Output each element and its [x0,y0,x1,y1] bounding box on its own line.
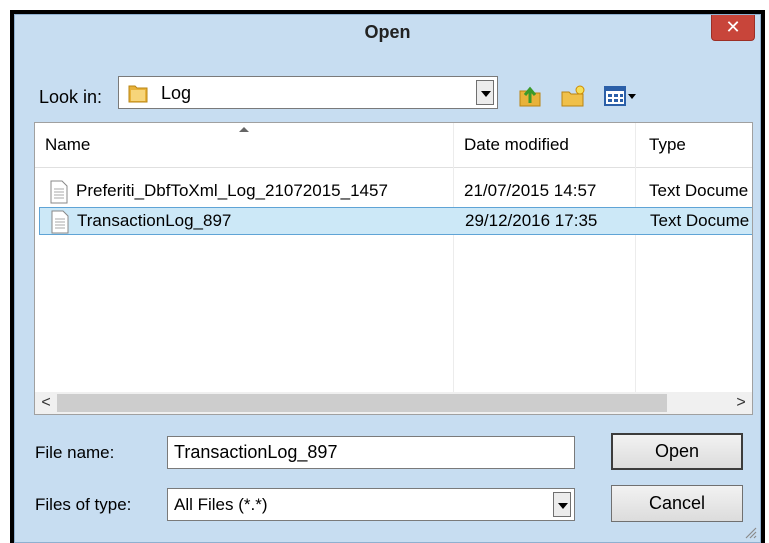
text-document-icon [51,210,69,234]
file-type: Text Docume [650,211,750,230]
new-folder-icon[interactable] [560,83,586,109]
filetype-dropdown-button[interactable] [553,492,571,517]
filename-input[interactable]: TransactionLog_897 [167,436,575,469]
file-date: 21/07/2015 14:57 [464,181,597,200]
filetype-value: All Files (*.*) [174,495,268,514]
file-list[interactable]: Name Date modified Type Preferiti_DbfToX… [34,122,753,415]
column-separator [635,123,636,393]
open-button[interactable]: Open [611,433,743,470]
file-row-selected[interactable]: TransactionLog_897 29/12/2016 17:35 Text… [39,207,752,235]
cancel-button[interactable]: Cancel [611,485,743,522]
filetype-label: Files of type: [35,495,132,514]
scroll-left-icon[interactable]: < [35,392,57,414]
filename-label: File name: [35,443,115,462]
folder-icon [128,85,148,103]
column-name[interactable]: Name [45,123,90,168]
file-name: Preferiti_DbfToXml_Log_21072015_1457 [76,181,388,200]
file-row[interactable]: Preferiti_DbfToXml_Log_21072015_1457 21/… [39,178,752,206]
lookin-value: Log [161,83,192,103]
lookin-dropdown-button[interactable] [476,80,494,105]
column-type[interactable]: Type [649,123,686,168]
dialog-title: Open [364,22,411,42]
column-date-modified[interactable]: Date modified [464,123,569,168]
file-name: TransactionLog_897 [77,211,232,230]
column-separator [453,123,454,393]
file-type: Text Docume [649,181,749,200]
scroll-right-icon[interactable]: > [730,392,752,414]
close-icon: ✕ [725,17,741,37]
dialog-window: Open ✕ Look in: Log Name Date modified T… [10,10,765,543]
resize-grip-icon[interactable] [743,525,757,539]
filetype-select[interactable]: All Files (*.*) [167,488,575,521]
up-folder-icon[interactable] [517,83,543,109]
column-header: Name Date modified Type [35,123,752,168]
dialog-frame: Open ✕ Look in: Log Name Date modified T… [14,14,761,543]
horizontal-scrollbar[interactable]: < > [35,392,752,414]
sort-ascending-icon [239,127,249,132]
view-menu-icon[interactable] [603,83,637,109]
lookin-label: Look in: [39,87,103,107]
scroll-thumb[interactable] [57,394,667,412]
close-button[interactable]: ✕ [711,15,755,41]
lookin-combo[interactable]: Log [118,76,498,109]
file-date: 29/12/2016 17:35 [465,211,598,230]
text-document-icon [50,180,68,204]
title-bar[interactable]: Open ✕ [15,15,760,51]
